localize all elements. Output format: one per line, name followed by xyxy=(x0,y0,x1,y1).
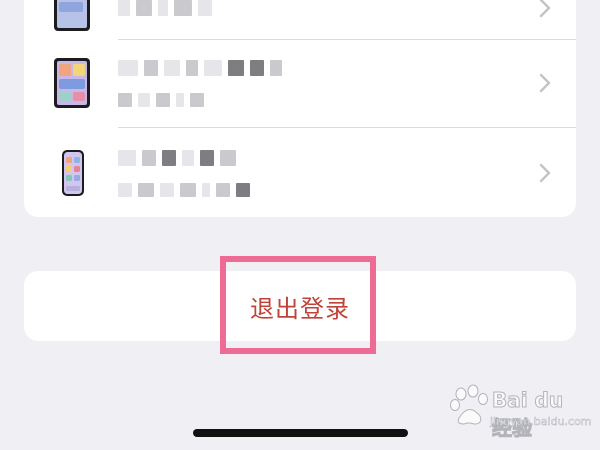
device-model xyxy=(118,93,204,107)
sign-out-button[interactable]: 退出登录 xyxy=(24,271,576,341)
account-devices-screen: 退出登录 Bai du 经验 jingyan.baidu.com xyxy=(0,0,600,450)
device-name xyxy=(118,60,282,76)
device-name xyxy=(118,150,236,166)
watermark-site: jingyan.baidu.com xyxy=(490,415,592,429)
device-list-item[interactable] xyxy=(24,128,576,217)
sign-out-label: 退出登录 xyxy=(250,294,350,323)
iphone-icon xyxy=(62,150,84,196)
baidu-jingyan-watermark: Bai du 经验 jingyan.baidu.com xyxy=(450,384,592,441)
home-indicator[interactable] xyxy=(193,429,408,437)
device-list-item[interactable] xyxy=(24,0,576,40)
device-model xyxy=(118,183,250,197)
device-name xyxy=(118,0,212,16)
chevron-right-icon xyxy=(539,163,551,183)
ipad-icon xyxy=(54,0,90,31)
paw-icon xyxy=(450,384,488,425)
device-list xyxy=(24,0,576,217)
chevron-right-icon xyxy=(539,73,551,93)
chevron-right-icon xyxy=(539,0,551,17)
device-list-item[interactable] xyxy=(24,38,576,128)
ipad-icon xyxy=(54,58,90,108)
